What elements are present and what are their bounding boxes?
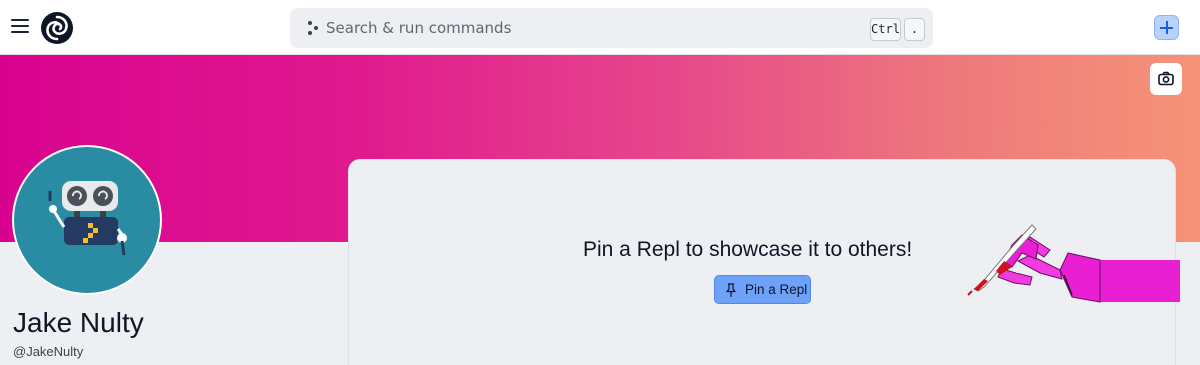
shortcut-key-ctrl: Ctrl	[870, 18, 901, 41]
command-search-bar[interactable]: Search & run commands Ctrl .	[290, 8, 933, 48]
search-placeholder: Search & run commands	[326, 19, 512, 37]
robot-hand-illustration	[967, 224, 1180, 303]
create-repl-button[interactable]	[1154, 15, 1179, 40]
pinned-empty-message: Pin a Repl to showcase it to others!	[583, 238, 913, 261]
replit-logo-icon[interactable]	[40, 11, 74, 45]
change-banner-button[interactable]	[1150, 63, 1182, 95]
avatar	[12, 145, 162, 295]
command-dots-icon	[308, 21, 318, 35]
robot-avatar-icon	[48, 181, 127, 256]
camera-icon	[1158, 71, 1174, 86]
profile-name: Jake Nulty	[13, 307, 144, 338]
pin-repl-label: Pin a Repl	[745, 282, 808, 297]
shortcut-key-period: .	[904, 18, 925, 41]
pin-repl-button[interactable]: Pin a Repl	[714, 275, 811, 304]
hamburger-menu-icon[interactable]	[11, 19, 29, 33]
pin-icon	[726, 283, 736, 297]
profile-handle: @JakeNulty	[13, 344, 84, 359]
top-bar: Search & run commands Ctrl .	[0, 0, 1200, 55]
